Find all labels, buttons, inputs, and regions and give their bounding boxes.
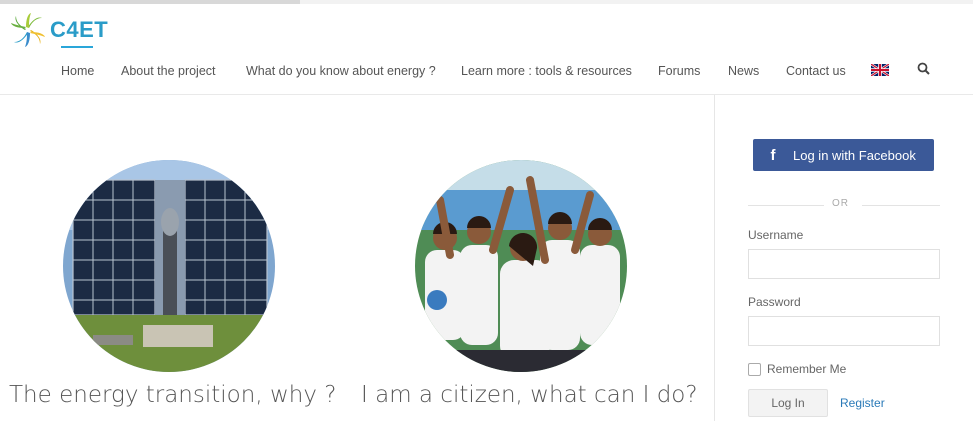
remember-me-checkbox[interactable]	[748, 362, 761, 376]
nav-home[interactable]: Home	[61, 46, 94, 92]
feature-caption-energy-transition[interactable]: The energy transition, why ?	[9, 382, 336, 408]
search-icon[interactable]	[917, 62, 931, 76]
password-input[interactable]	[748, 316, 940, 346]
facebook-icon: f	[770, 146, 776, 164]
site-header: C4ET Home About the project What do you …	[0, 4, 973, 95]
nav-news[interactable]: News	[728, 62, 759, 92]
nav-contact[interactable]: Contact us	[786, 62, 846, 92]
username-label: Username	[748, 228, 804, 242]
login-button[interactable]: Log In	[748, 389, 828, 417]
remember-me-label: Remember Me	[767, 362, 847, 376]
or-divider-text: OR	[832, 198, 849, 209]
nav-forums[interactable]: Forums	[658, 62, 700, 92]
logo-swirl-icon	[11, 13, 45, 47]
main-nav: Home About the project What do you know …	[0, 46, 973, 92]
password-label: Password	[748, 295, 801, 309]
or-divider-right	[862, 205, 940, 206]
sidebar-divider	[714, 95, 715, 421]
facebook-login-button[interactable]: f Log in with Facebook	[753, 139, 934, 171]
nav-learn-more[interactable]: Learn more : tools & resources	[461, 62, 632, 92]
solar-panel-tower-photo[interactable]	[63, 160, 275, 372]
site-logo[interactable]: C4ET	[10, 8, 108, 52]
logo-text: C4ET	[50, 17, 109, 42]
remember-me-row[interactable]: Remember Me	[748, 362, 846, 376]
or-divider-left	[748, 205, 824, 206]
nav-energy-knowledge[interactable]: What do you know about energy ?	[246, 62, 436, 92]
citizens-group-photo[interactable]	[415, 160, 627, 372]
nav-about-project[interactable]: About the project	[121, 62, 216, 92]
uk-flag-icon[interactable]	[871, 64, 889, 76]
facebook-login-label: Log in with Facebook	[793, 147, 916, 163]
feature-caption-citizen[interactable]: I am a citizen, what can I do?	[361, 382, 698, 408]
username-input[interactable]	[748, 249, 940, 279]
register-link[interactable]: Register	[840, 396, 885, 410]
